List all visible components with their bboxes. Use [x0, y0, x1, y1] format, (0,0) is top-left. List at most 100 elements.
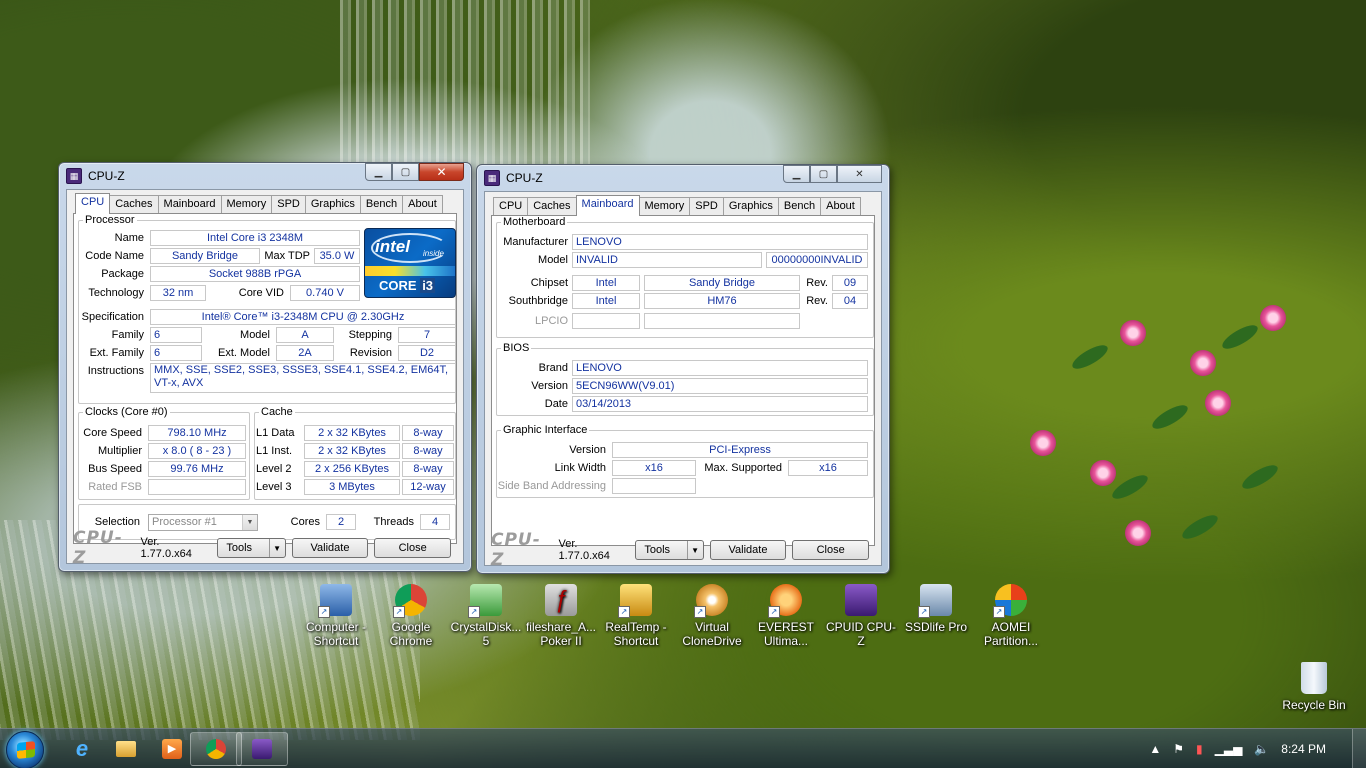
tab-bench[interactable]: Bench [777, 197, 822, 215]
bus-speed-label: Bus Speed [88, 463, 142, 475]
close-window-button[interactable]: ✕ [419, 163, 464, 181]
chipset-rev-label: Rev. [806, 277, 828, 289]
tab-memory[interactable]: Memory [638, 197, 691, 215]
ext-model-label: Ext. Model [218, 347, 270, 359]
l1-data-label: L1 Data [256, 427, 295, 439]
minimize-button[interactable]: ▁ [365, 163, 392, 181]
tab-memory[interactable]: Memory [220, 195, 273, 213]
chevron-down-icon[interactable]: ▼ [268, 539, 285, 557]
tab-mainboard[interactable]: Mainboard [575, 195, 640, 216]
tab-spd[interactable]: SPD [271, 195, 306, 213]
tab-cpu[interactable]: CPU [493, 197, 529, 215]
clock[interactable]: 8:24 PM [1281, 742, 1326, 756]
chevron-down-icon[interactable]: ▼ [686, 541, 703, 559]
desktop-icon-cpuz[interactable]: CPUID CPU-Z [825, 584, 897, 648]
validate-button[interactable]: Validate [291, 538, 369, 558]
minimize-button[interactable]: ▁ [783, 165, 810, 183]
desktop-icon-aomei[interactable]: ↗ AOMEI Partition... [975, 584, 1047, 648]
close-button[interactable]: Close [374, 538, 452, 558]
core-vid-label: Core VID [238, 287, 284, 299]
windows-logo-icon [17, 741, 35, 759]
tab-about[interactable]: About [820, 197, 861, 215]
tab-mainboard[interactable]: Mainboard [157, 195, 222, 213]
ext-model-value: 2A [276, 345, 334, 361]
processor-select[interactable]: Processor #1 ▼ [148, 514, 258, 531]
title-bar[interactable]: ▦ CPU-Z ▁ ▢ ✕ [66, 163, 464, 189]
desktop-icon-clonedrive[interactable]: ↗ Virtual CloneDrive [676, 584, 748, 648]
everest-icon: ↗ [768, 584, 802, 618]
tab-spd[interactable]: SPD [689, 197, 724, 215]
graphic-interface-legend: Graphic Interface [503, 424, 588, 436]
model-label: Model [240, 329, 270, 341]
model-label: Model [538, 254, 568, 266]
chipset-label: Chipset [530, 277, 568, 289]
l1-inst-value: 2 x 32 KBytes [304, 443, 400, 459]
specification-label: Specification [81, 311, 144, 323]
chipset-rev-value: 09 [832, 275, 868, 291]
lpcio-name-value [644, 313, 800, 329]
tab-graphics[interactable]: Graphics [304, 195, 361, 213]
desktop-icon-computer[interactable]: ↗ Computer - Shortcut [300, 584, 372, 648]
rated-fsb-value [148, 479, 246, 495]
show-hidden-icons-icon[interactable]: ▲ [1149, 742, 1161, 756]
selection-label: Selection [94, 516, 140, 528]
tools-button[interactable]: Tools ▼ [217, 538, 286, 558]
l1-data-way: 8-way [402, 425, 454, 441]
tab-graphics[interactable]: Graphics [722, 197, 779, 215]
volume-icon[interactable]: 🔈 [1254, 742, 1269, 756]
max-tdp-label: Max TDP [264, 250, 310, 262]
level2-label: Level 2 [256, 463, 292, 475]
max-supported-value: x16 [788, 460, 868, 476]
maximize-button[interactable]: ▢ [392, 163, 419, 181]
l1-inst-label: L1 Inst. [256, 445, 293, 457]
motherboard-legend: Motherboard [503, 216, 566, 228]
maximize-button[interactable]: ▢ [810, 165, 837, 183]
southbridge-vendor-value: Intel [572, 293, 640, 309]
desktop-icon-recycle-bin[interactable]: Recycle Bin [1278, 662, 1350, 712]
family-value: 6 [150, 327, 202, 343]
taskbar-cpuz[interactable] [236, 732, 288, 766]
threads-label: Threads [373, 516, 414, 528]
show-desktop-button[interactable] [1352, 729, 1366, 768]
taskbar-explorer[interactable] [100, 732, 152, 766]
tab-caches[interactable]: Caches [109, 195, 159, 213]
tab-bench[interactable]: Bench [359, 195, 404, 213]
tab-caches[interactable]: Caches [527, 197, 577, 215]
desktop-icon-ssdlife[interactable]: ↗ SSDlife Pro [900, 584, 972, 634]
chevron-down-icon: ▼ [242, 515, 257, 530]
desktop-icon-realtemp[interactable]: ↗ RealTemp - Shortcut [600, 584, 672, 648]
window-client: CPU Caches Mainboard Memory SPD Graphics… [66, 189, 464, 568]
side-band-label: Side Band Addressing [497, 480, 606, 492]
tab-cpu[interactable]: CPU [75, 193, 111, 214]
chipset-name-value: Sandy Bridge [644, 275, 800, 291]
instructions-value: MMX, SSE, SSE2, SSE3, SSSE3, SSE4.1, SSE… [150, 363, 456, 393]
mainboard-tab-pane: Motherboard Manufacturer LENOVO Model IN… [491, 216, 875, 546]
tab-about[interactable]: About [402, 195, 443, 213]
power-icon[interactable]: ▮ [1196, 742, 1203, 756]
taskbar-chrome[interactable] [190, 732, 242, 766]
level2-way: 8-way [402, 461, 454, 477]
action-center-flag-icon[interactable]: ⚑ [1173, 742, 1184, 756]
code-name-value: Sandy Bridge [150, 248, 260, 264]
flowers-wallpaper [1030, 270, 1330, 580]
desktop-icon-everest[interactable]: ↗ EVEREST Ultima... [750, 584, 822, 648]
gi-version-label: Version [569, 444, 606, 456]
title-bar[interactable]: ▦ CPU-Z ▁ ▢ ✕ [484, 165, 882, 191]
stepping-value: 7 [398, 327, 456, 343]
desktop-icon-fileshare[interactable]: ƒ fileshare_A... Poker II [525, 584, 597, 648]
desktop-icon-crystaldisk[interactable]: ↗ CrystalDisk... 5 [450, 584, 522, 648]
validate-button[interactable]: Validate [709, 540, 787, 560]
cache-legend: Cache [261, 406, 293, 418]
code-name-label: Code Name [85, 250, 144, 262]
core-speed-label: Core Speed [83, 427, 142, 439]
tab-strip: CPU Caches Mainboard Memory SPD Graphics… [491, 195, 875, 216]
tools-button[interactable]: Tools ▼ [635, 540, 704, 560]
cores-label: Cores [290, 516, 320, 528]
package-value: Socket 988B rPGA [150, 266, 360, 282]
close-button[interactable]: Close [792, 540, 870, 560]
start-button[interactable] [6, 731, 44, 768]
desktop-icon-chrome[interactable]: ↗ Google Chrome [375, 584, 447, 648]
close-window-button[interactable]: ✕ [837, 165, 882, 183]
cores-value: 2 [326, 514, 356, 530]
network-signal-icon[interactable]: ▁▃▅ [1215, 742, 1243, 756]
